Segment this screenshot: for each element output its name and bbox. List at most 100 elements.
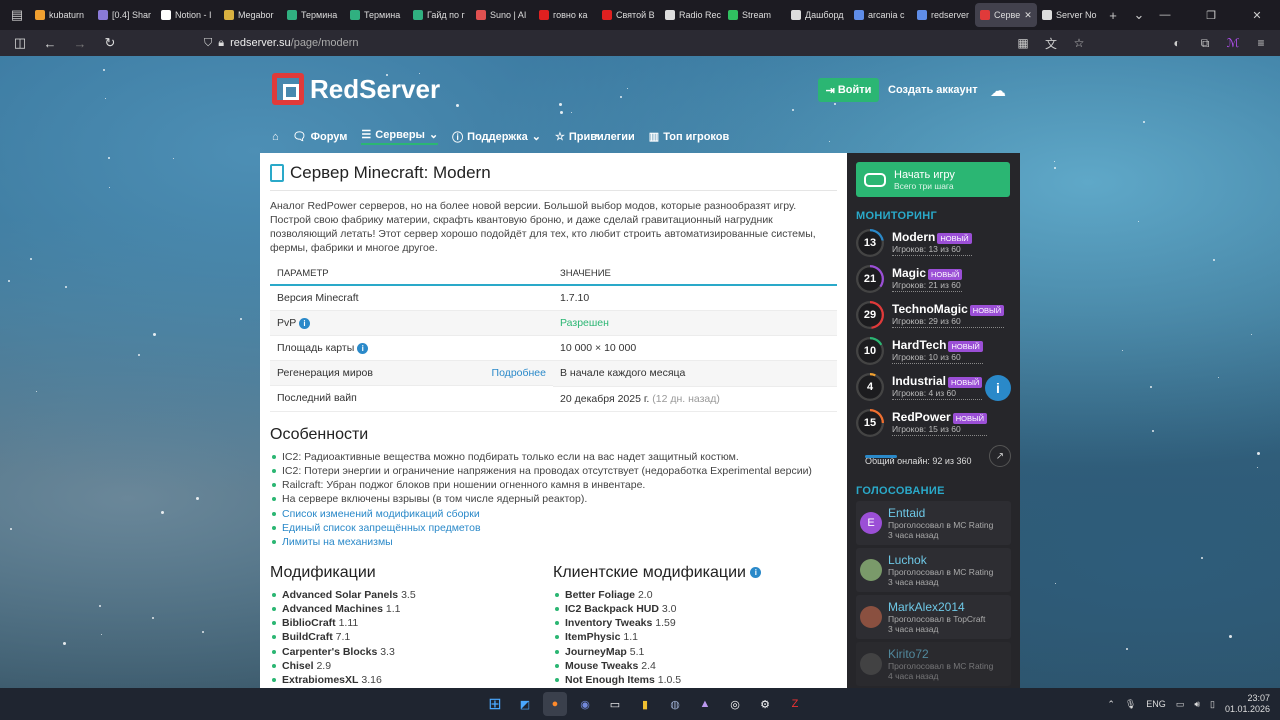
param-label: Регенерация миров [277, 367, 373, 379]
snowflake [99, 605, 101, 607]
obs-icon[interactable]: ◎ [723, 692, 747, 716]
mod-version: 5.1 [629, 645, 645, 658]
browser-tab[interactable]: Дашборд [786, 3, 849, 27]
back-button[interactable]: ← [38, 36, 62, 51]
vote-site: Проголосовал в MC Rating [888, 661, 994, 671]
app-z-icon[interactable]: Z [783, 692, 807, 716]
snowflake [153, 333, 156, 336]
browser-tab[interactable]: [0.4] Shar [93, 3, 156, 27]
mechanism-limits-link[interactable]: Лимиты на механизмы [270, 535, 837, 549]
terminal-icon[interactable]: ▭ [603, 692, 627, 716]
browser-tab[interactable]: Suno | AI [471, 3, 534, 27]
info-icon[interactable]: i [750, 566, 762, 578]
new-tab-button[interactable]: + [1100, 8, 1126, 23]
table-row: Площадь карты i 10 000 × 10 000 [270, 335, 837, 361]
bookmark-star-icon[interactable]: ☆ [1068, 36, 1090, 50]
reload-button[interactable]: ↻ [98, 35, 122, 51]
browser-tab[interactable]: Термина [282, 3, 345, 27]
prism-launcher-icon[interactable]: ▲ [693, 692, 717, 716]
account-icon[interactable]: ◐ [1166, 36, 1188, 50]
register-link[interactable]: Создать аккаунт [888, 84, 978, 96]
browser-tab[interactable]: Гайд по г [408, 3, 471, 27]
start-game-button[interactable]: Начать игру Всего три шага [856, 162, 1010, 197]
nav-support[interactable]: ⓘ Поддержка ⌄ [452, 129, 541, 145]
browser-tab[interactable]: redserver [912, 3, 975, 27]
mod-name: Chisel [282, 660, 314, 673]
minimize-button[interactable]: — [1142, 0, 1188, 30]
vote-item[interactable]: Kirito72 Проголосовал в MC Rating 4 часа н… [856, 642, 1011, 686]
home-icon[interactable]: ⌂ [272, 131, 279, 143]
sidebar-toggle-icon[interactable]: ◫ [8, 35, 32, 51]
mod-changes-link[interactable]: Список изменений модификаций сборки [270, 507, 837, 521]
browser-tab[interactable]: Server No [1037, 3, 1100, 27]
server-row[interactable]: 21 Magic НОВЫЙ Игроков: 21 из 60 [856, 261, 1011, 297]
nav-top-players[interactable]: ▥ Топ игроков [649, 130, 729, 144]
details-link[interactable]: Подробнее [492, 367, 546, 379]
site-logo[interactable]: RedServer [272, 73, 440, 105]
browser-tab[interactable]: Stream [723, 3, 786, 27]
mod-item: BiblioCraft 1.11 [270, 616, 553, 630]
browser-tab[interactable]: Megabor [219, 3, 282, 27]
snowflake [1152, 430, 1154, 432]
snowflake [627, 88, 628, 89]
forward-button[interactable]: → [68, 36, 92, 51]
maximize-button[interactable]: ❐ [1188, 0, 1234, 30]
info-icon[interactable]: i [357, 342, 369, 354]
settings-gear-icon[interactable]: ⚙ [753, 692, 777, 716]
browser-tab[interactable]: kubaturn [30, 3, 93, 27]
tray-chevron-up-icon[interactable]: ⌃ [1107, 699, 1115, 710]
close-window-button[interactable]: ✕ [1234, 0, 1280, 30]
vote-item[interactable]: Luchok Проголосовал в MC Rating 3 часа наз… [856, 548, 1011, 592]
menu-icon[interactable]: ≡ [1250, 36, 1272, 50]
url-bar[interactable]: ⛉ 🔒︎ redserver.su/page/modern [128, 32, 1006, 54]
browser-tab[interactable]: говно ка [534, 3, 597, 27]
reader-view-icon[interactable]: ▦ [1012, 36, 1034, 50]
info-bubble-icon[interactable]: i [985, 375, 1011, 401]
extensions-icon[interactable]: ⧉ [1194, 36, 1216, 51]
chart-icon[interactable]: ↗ [989, 445, 1011, 467]
server-row[interactable]: 29 TechnoMagic НОВЫЙ Игроков: 29 из 60 [856, 297, 1011, 333]
server-row[interactable]: 15 RedPower НОВЫЙ Игроков: 15 из 60 [856, 405, 1011, 441]
file-explorer-icon[interactable]: ◩ [513, 692, 537, 716]
extension-icon[interactable]: ℳ [1222, 36, 1244, 50]
weather-cloud-icon[interactable]: ☁ [990, 81, 1006, 101]
vote-time: 4 часа назад [888, 671, 939, 681]
monitoring-heading: МОНИТОРИНГ [856, 210, 937, 222]
nav-forum[interactable]: 🗨︎ Форум [293, 130, 348, 144]
tab-list-icon[interactable]: ▤ [4, 7, 30, 23]
clock[interactable]: 23:07 01.01.2026 [1225, 693, 1270, 715]
browser-tab[interactable]: Святой В [597, 3, 660, 27]
snowflake [36, 391, 37, 392]
volume-icon[interactable]: 🔊︎ [1194, 699, 1200, 710]
clock-date: 01.01.2026 [1224, 704, 1270, 714]
value-cell: 10 000 × 10 000 [553, 335, 837, 361]
server-row[interactable]: 13 Modern НОВЫЙ Игроков: 13 из 60 [856, 225, 1011, 261]
info-icon[interactable]: i [299, 317, 310, 329]
discord-icon[interactable]: ◉ [573, 692, 597, 716]
language-indicator[interactable]: ENG [1146, 699, 1166, 709]
server-row[interactable]: 10 HardTech НОВЫЙ Игроков: 10 из 60 [856, 333, 1011, 369]
translate-icon[interactable]: 文 [1040, 35, 1062, 52]
snowflake [1201, 557, 1203, 559]
nav-privileges[interactable]: ☆ Привилегии [555, 130, 635, 144]
steam-icon[interactable]: ◍ [663, 692, 687, 716]
browser-tab[interactable]: Термина [345, 3, 408, 27]
banned-items-link[interactable]: Единый список запрещённых предметов [270, 521, 837, 535]
notes-icon[interactable]: ▮ [633, 692, 657, 716]
network-icon[interactable]: ▭ [1176, 699, 1185, 710]
vote-item[interactable]: E Enttaid Проголосовал в MC Rating 3 часа н… [856, 501, 1011, 545]
login-button[interactable]: ⇥ Войти [818, 78, 879, 102]
browser-tab[interactable]: arcania c [849, 3, 912, 27]
close-tab-icon[interactable]: ✕ [1024, 10, 1032, 21]
firefox-icon[interactable]: ● [543, 692, 567, 716]
tab-title: Server No [1056, 10, 1097, 20]
browser-tab[interactable]: Radio Rec [660, 3, 723, 27]
microphone-icon[interactable]: 🎙︎ [1125, 699, 1136, 710]
start-menu-icon[interactable]: ⊞ [483, 692, 507, 716]
voter-name: Luchok [888, 553, 927, 567]
browser-tab[interactable]: Notion - I [156, 3, 219, 27]
nav-servers[interactable]: ☰ Серверы ⌄ [361, 128, 439, 145]
browser-tab[interactable]: Серве ✕ [975, 3, 1037, 27]
vote-item[interactable]: MarkAlex2014 Проголосовал в TopCraft 3 час… [856, 595, 1011, 639]
battery-icon[interactable]: ▯ [1210, 699, 1215, 710]
